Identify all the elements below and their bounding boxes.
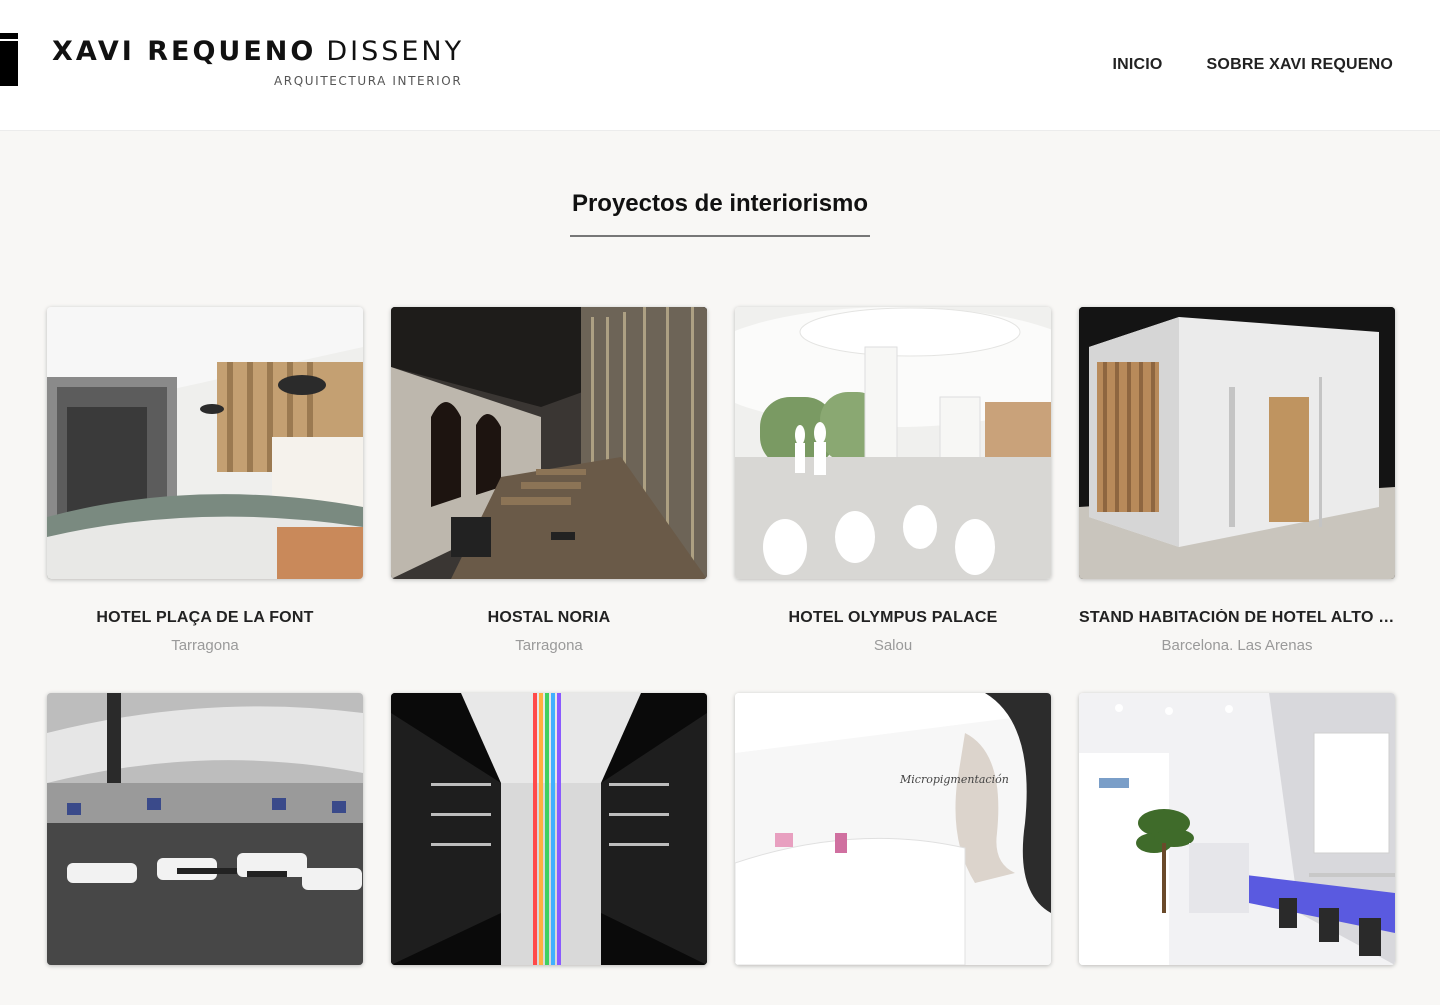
logo-mark[interactable] [0, 33, 18, 86]
project-card[interactable]: Micropigmentación [735, 693, 1051, 1005]
project-thumbnail[interactable] [391, 307, 707, 579]
main-nav: INICIO SOBRE XAVI REQUENO [1112, 56, 1393, 74]
project-photo [1079, 693, 1395, 965]
project-title[interactable]: HOTEL OLYMPUS PALACE [735, 609, 1051, 627]
project-card[interactable] [391, 693, 707, 1005]
project-card[interactable]: HOTEL OLYMPUS PALACE Salou [735, 307, 1051, 654]
project-photo [47, 307, 363, 579]
project-title[interactable]: STAND HABITACIÓN DE HOTEL ALTO STA… [1079, 609, 1395, 627]
project-card[interactable]: HOTEL PLAÇA DE LA FONT Tarragona [47, 307, 363, 654]
brand-logo[interactable]: XAVI REQUENO DISSENY [52, 36, 464, 67]
project-card[interactable] [47, 693, 363, 1005]
project-location: Tarragona [171, 637, 239, 654]
project-title[interactable]: HOSTAL NORIA [391, 609, 707, 627]
section-title: Proyectos de interiorismo [571, 190, 869, 217]
project-photo [1079, 307, 1395, 579]
brand-name-secondary: DISSENY [326, 36, 465, 67]
project-card[interactable] [1079, 693, 1395, 1005]
project-title[interactable]: HOTEL PLAÇA DE LA FONT [47, 609, 363, 627]
project-thumbnail[interactable] [47, 693, 363, 965]
project-photo [391, 693, 707, 965]
project-card[interactable]: HOSTAL NORIA Tarragona [391, 307, 707, 654]
project-photo: Micropigmentación [735, 693, 1051, 965]
project-thumbnail[interactable] [735, 307, 1051, 579]
thumb-script-text: Micropigmentación [899, 773, 1009, 786]
project-thumbnail[interactable]: Micropigmentación [735, 693, 1051, 965]
project-thumbnail[interactable] [47, 307, 363, 579]
brand-tagline: ARQUITECTURA INTERIOR [274, 74, 463, 88]
project-thumbnail[interactable] [391, 693, 707, 965]
project-photo [47, 693, 363, 965]
project-thumbnail[interactable] [1079, 307, 1395, 579]
brand-name: XAVI REQUENO [52, 36, 317, 67]
project-thumbnail[interactable] [1079, 693, 1395, 965]
nav-link-inicio[interactable]: INICIO [1112, 56, 1162, 74]
project-photo [391, 307, 707, 579]
project-location: Tarragona [515, 637, 583, 654]
project-photo [735, 307, 1051, 579]
site-header: XAVI REQUENO DISSENY ARQUITECTURA INTERIO… [0, 0, 1440, 131]
nav-link-sobre[interactable]: SOBRE XAVI REQUENO [1207, 56, 1393, 74]
project-location: Salou [873, 637, 913, 654]
project-location: Barcelona. Las Arenas [1161, 637, 1313, 654]
section-underline [570, 235, 870, 237]
project-card[interactable]: STAND HABITACIÓN DE HOTEL ALTO STA… Barc… [1079, 307, 1395, 654]
